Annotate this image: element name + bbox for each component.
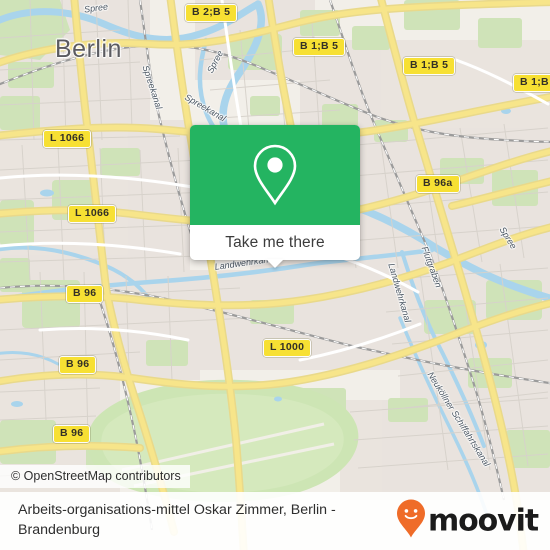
road-shield[interactable]: B 1;B 5 bbox=[293, 38, 346, 56]
footer-bar: Arbeits-organisations-mittel Oskar Zimme… bbox=[0, 492, 550, 550]
road-shield[interactable]: B 96 bbox=[53, 425, 91, 443]
road-shield[interactable]: B 96 bbox=[66, 285, 104, 303]
road-shield[interactable]: B 1;B 5 bbox=[403, 57, 456, 75]
road-shield[interactable]: B 96 bbox=[59, 356, 97, 374]
road-shield[interactable]: B 96a bbox=[416, 175, 460, 193]
map-pin-icon bbox=[248, 142, 302, 208]
road-shield[interactable]: B 2;B 5 bbox=[185, 4, 238, 22]
road-shield[interactable]: L 1066 bbox=[68, 205, 117, 223]
take-me-there-button[interactable]: Take me there bbox=[190, 225, 360, 260]
moovit-pin-smiley-icon bbox=[396, 499, 426, 544]
road-shield[interactable]: L 1000 bbox=[263, 339, 312, 357]
road-shield[interactable]: B 1;B 5 bbox=[513, 74, 550, 92]
osm-attribution[interactable]: © OpenStreetMap contributors bbox=[0, 465, 190, 488]
moovit-logo[interactable]: moovit bbox=[396, 499, 539, 544]
moovit-wordmark: moovit bbox=[427, 503, 539, 538]
popup-pointer-tail bbox=[266, 259, 284, 268]
map-popup-card[interactable]: Take me there bbox=[190, 125, 360, 268]
road-shield[interactable]: L 1066 bbox=[43, 130, 92, 148]
place-name-label: Arbeits-organisations-mittel Oskar Zimme… bbox=[18, 502, 336, 538]
city-label-berlin: Berlin bbox=[55, 35, 122, 63]
popup-icon-panel bbox=[190, 125, 360, 225]
screenshot-root: Berlin Spree Spreekanal Spree Spreekanal… bbox=[0, 0, 550, 550]
